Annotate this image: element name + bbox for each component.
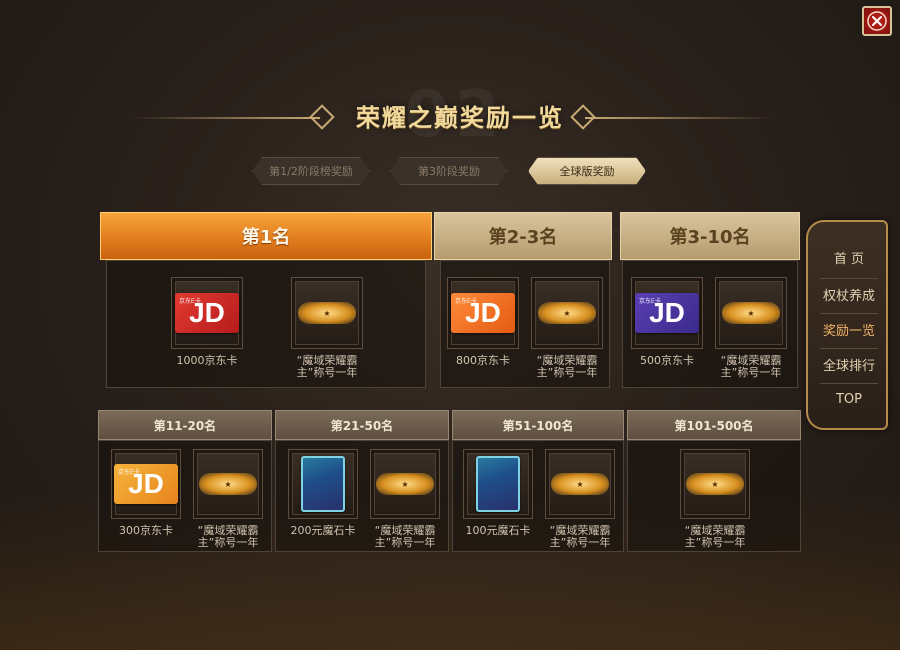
tab-label: 第3阶段奖励 [418, 165, 480, 178]
reward-tabs: 第1/2阶段榜奖励 第3阶段奖励 全球版奖励 [252, 157, 646, 185]
tab-label: 第1/2阶段榜奖励 [269, 165, 353, 178]
reward-caption: 800京东卡 [456, 354, 510, 367]
rank-header-11-20: 第11-20名 [98, 410, 272, 440]
rank-header-3-10: 第3-10名 [620, 212, 800, 260]
reward-slot: ★ [715, 277, 787, 349]
title-divider-left [130, 117, 320, 119]
reward-item: ★ “魔域荣耀霸主”称号一年 [291, 277, 363, 379]
nav-global-ranking[interactable]: 全球排行 [814, 347, 884, 381]
reward-item: 京东E卡 JD 1000京东卡 [171, 277, 243, 367]
jd-card-orange-icon: 京东E卡 JD [451, 293, 515, 333]
reward-caption: 1000京东卡 [176, 354, 238, 367]
reward-slot: ★ [291, 277, 363, 349]
rank-header-101-500: 第101-500名 [627, 410, 801, 440]
reward-item: ★ “魔域荣耀霸主”称号一年 [680, 449, 750, 549]
reward-slot [463, 449, 533, 519]
reward-slot: ★ [680, 449, 750, 519]
rank-header-2-3: 第2-3名 [434, 212, 612, 260]
reward-item: ★ “魔域荣耀霸主”称号一年 [545, 449, 615, 549]
reward-modal: 02 荣耀之巅奖励一览 第1/2阶段榜奖励 第3阶段奖励 全球版奖励 第1名 第… [0, 0, 900, 650]
reward-item: 京东E卡 JD 300京东卡 [111, 449, 181, 537]
title-badge-icon: ★ [538, 302, 596, 324]
jd-card-purple-icon: 京东E卡 JD [635, 293, 699, 333]
rank-rewards-51-100: 100元魔石卡 ★ “魔域荣耀霸主”称号一年 [452, 440, 624, 552]
tab-label: 全球版奖励 [559, 165, 615, 178]
side-nav: 首 页 权杖养成 奖励一览 全球排行 TOP [806, 220, 888, 430]
rank-header-51-100: 第51-100名 [452, 410, 624, 440]
title-divider-right [585, 117, 775, 119]
reward-slot: 京东E卡 JD [171, 277, 243, 349]
reward-slot: 京东E卡 JD [631, 277, 703, 349]
reward-slot: 京东E卡 JD [447, 277, 519, 349]
reward-caption: 100元魔石卡 [465, 524, 531, 537]
jd-card-red-icon: 京东E卡 JD [175, 293, 239, 333]
reward-slot [288, 449, 358, 519]
reward-item: 京东E卡 JD 800京东卡 [447, 277, 519, 367]
reward-item: ★ “魔域荣耀霸主”称号一年 [715, 277, 787, 379]
title-badge-icon: ★ [199, 473, 257, 495]
tab-stage-3[interactable]: 第3阶段奖励 [390, 157, 508, 185]
nav-top[interactable]: TOP [814, 382, 884, 416]
top-rank-rewards: 第1名 第2-3名 第3-10名 京东E卡 JD 1000京东卡 ★ “魔域荣耀霸… [100, 212, 800, 388]
close-button[interactable] [862, 6, 892, 36]
nav-scepter-upgrade[interactable]: 权杖养成 [814, 277, 884, 311]
reward-item: ★ “魔域荣耀霸主”称号一年 [531, 277, 603, 379]
magic-stone-card-stack-icon [295, 456, 345, 514]
title-badge-icon: ★ [722, 302, 780, 324]
reward-caption: 200元魔石卡 [290, 524, 356, 537]
rank-rewards-11-20: 京东E卡 JD 300京东卡 ★ “魔域荣耀霸主”称号一年 [98, 440, 272, 552]
modal-title: 荣耀之巅奖励一览 [356, 104, 564, 132]
reward-item: ★ “魔域荣耀霸主”称号一年 [193, 449, 263, 549]
rank-rewards-2-3: 京东E卡 JD 800京东卡 ★ “魔域荣耀霸主”称号一年 [440, 260, 610, 388]
title-ornament-left-icon [309, 104, 335, 130]
nav-reward-overview[interactable]: 奖励一览 [814, 312, 884, 346]
reward-caption: “魔域荣耀霸主”称号一年 [684, 524, 746, 549]
reward-item: 100元魔石卡 [463, 449, 533, 537]
rank-header-1: 第1名 [100, 212, 432, 260]
tab-stage-1-2[interactable]: 第1/2阶段榜奖励 [252, 157, 370, 185]
title-badge-icon: ★ [551, 473, 609, 495]
tab-global[interactable]: 全球版奖励 [528, 157, 646, 185]
rank-rewards-101-500: ★ “魔域荣耀霸主”称号一年 [627, 440, 801, 552]
reward-item: 200元魔石卡 [288, 449, 358, 537]
reward-slot: ★ [193, 449, 263, 519]
reward-caption: “魔域荣耀霸主”称号一年 [549, 524, 611, 549]
reward-slot: ★ [531, 277, 603, 349]
rank-header-21-50: 第21-50名 [275, 410, 449, 440]
jd-card-amber-icon: 京东E卡 JD [114, 464, 178, 504]
title-badge-icon: ★ [686, 473, 744, 495]
rank-rewards-3-10: 京东E卡 JD 500京东卡 ★ “魔域荣耀霸主”称号一年 [622, 260, 798, 388]
reward-caption: 500京东卡 [640, 354, 694, 367]
title-badge-icon: ★ [298, 302, 356, 324]
rank-rewards-1: 京东E卡 JD 1000京东卡 ★ “魔域荣耀霸主”称号一年 [106, 260, 426, 388]
reward-caption: “魔域荣耀霸主”称号一年 [720, 354, 782, 379]
magic-stone-card-icon [476, 456, 520, 512]
reward-slot: ★ [545, 449, 615, 519]
reward-slot: 京东E卡 JD [111, 449, 181, 519]
reward-caption: “魔域荣耀霸主”称号一年 [197, 524, 259, 549]
title-badge-icon: ★ [376, 473, 434, 495]
close-icon [867, 11, 887, 31]
reward-caption: “魔域荣耀霸主”称号一年 [536, 354, 598, 379]
reward-item: 京东E卡 JD 500京东卡 [631, 277, 703, 367]
reward-caption: “魔域荣耀霸主”称号一年 [296, 354, 358, 379]
reward-caption: 300京东卡 [119, 524, 173, 537]
nav-home[interactable]: 首 页 [814, 240, 884, 274]
reward-slot: ★ [370, 449, 440, 519]
rank-rewards-21-50: 200元魔石卡 ★ “魔域荣耀霸主”称号一年 [275, 440, 449, 552]
modal-title-area: 02 荣耀之巅奖励一览 [130, 78, 775, 152]
lower-rank-rewards: 第11-20名 第21-50名 第51-100名 第101-500名 京东E卡 J… [98, 410, 801, 552]
reward-item: ★ “魔域荣耀霸主”称号一年 [370, 449, 440, 549]
reward-caption: “魔域荣耀霸主”称号一年 [374, 524, 436, 549]
